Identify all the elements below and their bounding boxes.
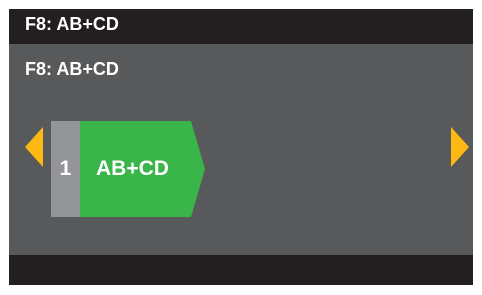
top-bar: F8: AB+CD xyxy=(9,9,473,44)
step-label-box: AB+CD xyxy=(80,121,205,217)
step-number-box: 1 xyxy=(51,121,80,217)
step-tile[interactable]: 1 AB+CD xyxy=(51,121,205,217)
arrow-right-icon[interactable] xyxy=(451,127,469,167)
step-label: AB+CD xyxy=(96,157,169,180)
function-subtitle: F8: AB+CD xyxy=(25,59,119,79)
display-screen: F8: AB+CD F8: AB+CD 1 AB+CD xyxy=(9,9,473,285)
bottom-bar xyxy=(9,255,473,285)
screen-title: F8: AB+CD xyxy=(25,14,119,34)
step-number: 1 xyxy=(59,157,72,180)
arrow-left-icon[interactable] xyxy=(25,127,43,167)
